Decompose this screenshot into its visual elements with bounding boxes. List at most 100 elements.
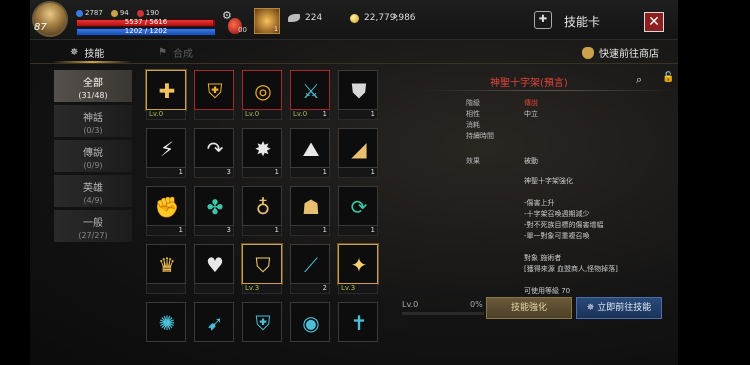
- skill-card[interactable]: ✺: [146, 302, 186, 352]
- attribute-row: 消耗: [466, 120, 538, 131]
- guard-icon: ⛨: [255, 311, 271, 335]
- skill-card[interactable]: ⛰ 1: [290, 128, 330, 178]
- skill-card[interactable]: ↷ 3: [194, 128, 234, 178]
- skill-card-image: ⟳: [338, 186, 378, 226]
- category-count: (0/3): [83, 126, 103, 135]
- top-bar: 87 2787 94 190 5537 / 5616 1202 / 1202 ⚙…: [30, 0, 678, 40]
- enhance-progress-bar: [402, 312, 484, 315]
- skill-name: 神聖十字架(預言): [490, 78, 568, 89]
- category-name: 全部: [83, 78, 103, 89]
- skill-card[interactable]: ⟳ 1: [338, 186, 378, 236]
- shop-link[interactable]: 快速前往商店: [582, 45, 659, 60]
- card-level: Lv.0: [245, 110, 260, 118]
- skill-card-footer: 1: [242, 168, 282, 178]
- skill-card-image: ☗: [290, 186, 330, 226]
- skill-card-image: ➹: [194, 302, 234, 342]
- skill-card[interactable]: ✤ 3: [194, 186, 234, 236]
- category-count: (27/27): [78, 231, 108, 240]
- skill-card-image: ⛉: [242, 244, 282, 284]
- category-name: 神話: [83, 113, 103, 124]
- skill-card[interactable]: ⚡ 1: [146, 128, 186, 178]
- card-count: 1: [322, 226, 327, 234]
- category-item[interactable]: 神話 (0/3): [54, 105, 132, 137]
- burst-icon: ✸: [254, 137, 272, 161]
- skill-card[interactable]: ✚ Lv.0: [146, 70, 186, 120]
- skill-card-image: ✊: [146, 186, 186, 226]
- skill-card[interactable]: ➹: [194, 302, 234, 352]
- skill-card[interactable]: ✸ 1: [242, 128, 282, 178]
- skill-card-image: ♛: [146, 244, 186, 284]
- shop-link-label: 快速前往商店: [599, 49, 659, 60]
- category-item[interactable]: 全部 (31/48): [54, 70, 132, 102]
- star-icon: ✵: [586, 303, 598, 313]
- skill-description: 神聖十字架強化 -傷害上升 -十字架召喚週期減少 -對不死族目標的傷害增幅 -單一對象可…: [524, 176, 674, 297]
- tab-synthesis[interactable]: ⚑ 合成: [158, 45, 193, 60]
- skill-card-footer: Lv.0 1: [290, 110, 330, 120]
- gold-coin-icon: [350, 13, 359, 23]
- category-item[interactable]: 英雄 (4/9): [54, 175, 132, 207]
- skill-card[interactable]: ⛨: [242, 302, 282, 352]
- card-count: 1: [322, 110, 327, 118]
- skill-card-footer: 3: [194, 226, 234, 236]
- skill-card-image: ↷: [194, 128, 234, 168]
- quick-slot[interactable]: 1: [254, 8, 280, 34]
- skill-card[interactable]: ◉: [290, 302, 330, 352]
- enhance-skill-button[interactable]: 技能強化: [486, 297, 572, 319]
- skill-card[interactable]: ⛨: [194, 70, 234, 120]
- skill-card[interactable]: ♁ 1: [242, 186, 282, 236]
- skill-card-screen: 87 2787 94 190 5537 / 5616 1202 / 1202 ⚙…: [30, 0, 678, 365]
- orb-bearer-icon: ♁: [255, 195, 271, 219]
- category-count: (4/9): [83, 196, 103, 205]
- attribute-key: 相性: [466, 110, 480, 118]
- holy-shield-icon: ⛨: [207, 79, 223, 103]
- stat-c-icon: [136, 9, 144, 17]
- skill-card-image: ⛊: [338, 70, 378, 110]
- goto-skill-label: 立即前往技能: [597, 303, 652, 313]
- skill-card[interactable]: ♥: [194, 244, 234, 294]
- chevron-right-icon[interactable]: ›: [393, 9, 398, 24]
- skill-card-footer: 1: [338, 226, 378, 236]
- card-count: 3: [226, 226, 231, 234]
- stat-b: 94: [110, 9, 129, 17]
- card-count: 1: [178, 168, 183, 176]
- skill-card[interactable]: ⚔ Lv.0 1: [290, 70, 330, 120]
- goto-skill-button[interactable]: ✵ 立即前往技能: [576, 297, 662, 319]
- skill-card[interactable]: ◎ Lv.0: [242, 70, 282, 120]
- skill-card[interactable]: ✊ 1: [146, 186, 186, 236]
- category-item[interactable]: 傳說 (0/9): [54, 140, 132, 172]
- stat-b-icon: [110, 9, 118, 17]
- skill-card-footer: 2: [290, 284, 330, 294]
- skill-card-icon: ✚: [534, 11, 552, 29]
- tab-skill[interactable]: ✵ 技能: [70, 45, 104, 60]
- holy-cross-icon: ✚: [158, 79, 176, 103]
- skill-card[interactable]: ◢ 1: [338, 128, 378, 178]
- skill-card[interactable]: ♛: [146, 244, 186, 294]
- sword-strike-icon: ⚔: [302, 79, 320, 103]
- active-tab-indicator: [52, 61, 132, 63]
- player-stats: 2787 94 190: [76, 9, 159, 17]
- skill-card[interactable]: ⛊ 1: [338, 70, 378, 120]
- attribute-row: 階級 傳說: [466, 98, 538, 109]
- skill-card-footer: 1: [242, 226, 282, 236]
- card-count: 3: [226, 168, 231, 176]
- close-button[interactable]: ✕: [644, 12, 664, 32]
- arc-arrow-icon: ↷: [206, 137, 224, 161]
- star-icon: ✵: [70, 47, 79, 58]
- skill-card-footer: 3: [194, 168, 234, 178]
- skill-card-image: ✤: [194, 186, 234, 226]
- effect-value: 被動: [524, 157, 538, 165]
- skill-card[interactable]: ✦ Lv.3: [338, 244, 378, 294]
- skill-card[interactable]: ✝: [338, 302, 378, 352]
- skill-card-image: ⟋: [290, 244, 330, 284]
- gold-currency-display: 22,779,986: [350, 13, 416, 23]
- search-icon[interactable]: ⌕: [636, 73, 642, 87]
- category-item[interactable]: 一般 (27/27): [54, 210, 132, 242]
- skill-card[interactable]: ☗ 1: [290, 186, 330, 236]
- skill-card[interactable]: ⛉ Lv.3: [242, 244, 282, 294]
- skill-card-image: ⛨: [194, 70, 234, 110]
- skill-card[interactable]: ⟋ 2: [290, 244, 330, 294]
- blade-icon: ⟋: [304, 253, 318, 277]
- lock-icon[interactable]: 🔓: [662, 72, 674, 83]
- crown-icon: ♛: [158, 253, 176, 277]
- skill-card-footer: 1: [146, 226, 186, 236]
